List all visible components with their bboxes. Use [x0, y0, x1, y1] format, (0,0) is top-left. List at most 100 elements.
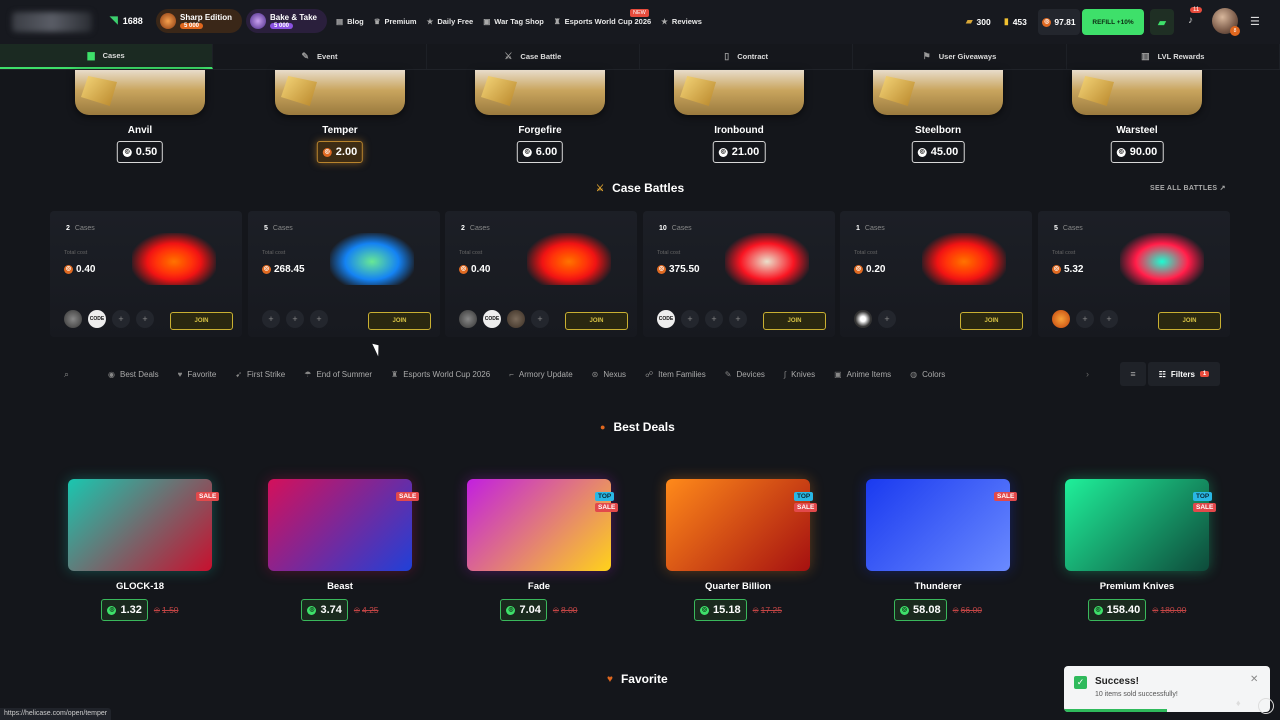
- coin-icon: ◎: [752, 607, 759, 614]
- nav-esports-world-cup[interactable]: ♜ Esports World Cup 2026: [554, 17, 651, 26]
- battle-card[interactable]: 5 Cases Total cost ◎ 5.32 + + JOIN: [1038, 211, 1230, 337]
- add-player-slot[interactable]: +: [1076, 310, 1094, 328]
- filter-chip-favorite[interactable]: ♥ Favorite: [178, 370, 217, 379]
- add-player-slot[interactable]: +: [878, 310, 896, 328]
- case-image: [873, 70, 1003, 115]
- filter-chip-devices[interactable]: ✎ Devices: [725, 370, 765, 379]
- close-icon[interactable]: ✕: [1250, 674, 1258, 685]
- case-image: [275, 70, 405, 115]
- code-slot: CODE: [657, 310, 675, 328]
- add-player-slot[interactable]: +: [729, 310, 747, 328]
- filter-chip-colors[interactable]: ◍ Colors: [910, 370, 945, 379]
- battle-card[interactable]: 5 Cases Total cost ◎ 268.45 + + + JOIN: [248, 211, 440, 337]
- add-player-slot[interactable]: +: [1100, 310, 1118, 328]
- tab-contract[interactable]: ▯ Contract: [640, 44, 854, 69]
- nav-daily-free[interactable]: ★ Daily Free: [427, 17, 474, 26]
- case-card-warsteel[interactable]: Warsteel ◎ 90.00: [1037, 70, 1237, 170]
- nav-blog[interactable]: ▤ Blog: [336, 17, 364, 26]
- nav-premium[interactable]: ♛ Premium: [374, 17, 417, 26]
- battle-card[interactable]: 2 Cases Total cost ◎ 0.40 CODE + JOIN: [445, 211, 637, 337]
- deal-old-price-value: 66.00: [960, 605, 982, 615]
- add-player-slot[interactable]: +: [112, 310, 130, 328]
- case-name: Anvil: [127, 125, 153, 136]
- deal-card[interactable]: SALE Beast ◎ 3.74 ◎ 4.25: [240, 475, 440, 625]
- promo-bake-and-take[interactable]: Bake & Take 5 000: [246, 9, 327, 33]
- add-player-slot[interactable]: +: [531, 310, 549, 328]
- filter-chip-end-of-summer[interactable]: ☂ End of Summer: [304, 370, 372, 379]
- deal-card[interactable]: TOP SALE Quarter Billion ◎ 15.18 ◎ 17.25: [638, 475, 838, 625]
- battle-case-image: [132, 233, 216, 285]
- add-player-slot[interactable]: +: [286, 310, 304, 328]
- case-image: [475, 70, 605, 115]
- tab-event[interactable]: ✎ Event: [213, 44, 427, 69]
- battle-card[interactable]: 10 Cases Total cost ◎ 375.50 CODE + + + JOIN: [643, 211, 835, 337]
- deal-price: ◎ 3.74: [301, 599, 348, 621]
- coin-icon: ◎: [353, 607, 360, 614]
- deal-old-price: ◎ 8.00: [553, 605, 578, 615]
- join-battle-button[interactable]: JOIN: [1158, 312, 1221, 330]
- battle-cases-label: Cases: [671, 225, 692, 232]
- promo-sharp-edition[interactable]: Sharp Edition 5 000: [156, 9, 242, 33]
- add-player-slot[interactable]: +: [705, 310, 723, 328]
- battle-player-slots: CODE + + +: [657, 310, 747, 328]
- deal-card[interactable]: TOP SALE Fade ◎ 7.04 ◎ 8.00: [439, 475, 639, 625]
- add-player-slot[interactable]: +: [310, 310, 328, 328]
- case-card-steelborn[interactable]: Steelborn ◎ 45.00: [838, 70, 1038, 170]
- coin-icon: ◎: [952, 607, 959, 614]
- battle-card[interactable]: 2 Cases Total cost ◎ 0.40 CODE + + JOIN: [50, 211, 242, 337]
- case-card-anvil[interactable]: Anvil ◎ 0.50: [40, 70, 240, 170]
- filters-button[interactable]: ☷ Filters 1: [1148, 362, 1220, 386]
- tab-label: Cases: [102, 51, 125, 60]
- money-icon: ▰: [1157, 16, 1167, 29]
- cashout-button[interactable]: ▰: [1150, 9, 1174, 35]
- case-card-temper[interactable]: Temper ◎ 2.00: [240, 70, 440, 170]
- menu-icon[interactable]: ☰: [1250, 15, 1260, 28]
- nav-war-tag-shop[interactable]: ▣ War Tag Shop: [483, 17, 544, 26]
- case-card-ironbound[interactable]: Ironbound ◎ 21.00: [639, 70, 839, 170]
- filter-chip-first-strike[interactable]: ➹ First Strike: [235, 370, 285, 379]
- deal-card[interactable]: TOP SALE Premium Knives ◎ 158.40 ◎ 180.00: [1037, 475, 1237, 625]
- promo-avatar: [250, 13, 266, 29]
- chevron-right-icon[interactable]: ›: [1086, 369, 1089, 379]
- gold-coins[interactable]: ▰ 300: [966, 16, 991, 27]
- battle-case-image: [1120, 233, 1204, 285]
- refill-button[interactable]: REFILL +10%: [1082, 9, 1144, 35]
- deal-price-row: ◎ 3.74 ◎ 4.25: [240, 599, 440, 621]
- filter-chip-nexus[interactable]: ⊛ Nexus: [592, 370, 626, 379]
- checkmark-icon: ✓: [1074, 676, 1087, 689]
- add-player-slot[interactable]: +: [681, 310, 699, 328]
- tab-user-giveaways[interactable]: ⚑ User Giveaways: [853, 44, 1067, 69]
- join-battle-button[interactable]: JOIN: [763, 312, 826, 330]
- sort-button[interactable]: ≡: [1120, 362, 1146, 386]
- battle-card[interactable]: 1 Cases Total cost ◎ 0.20 + JOIN: [840, 211, 1032, 337]
- balance[interactable]: ◎ 97.81: [1038, 9, 1080, 35]
- tab-cases[interactable]: ▆ Cases: [0, 44, 214, 69]
- join-battle-button[interactable]: JOIN: [565, 312, 628, 330]
- tab-lvl-rewards[interactable]: ▥ LVL Rewards: [1067, 44, 1280, 69]
- deal-card[interactable]: SALE GLOCK-18 ◎ 1.32 ◎ 1.50: [40, 475, 240, 625]
- bell-icon[interactable]: ♪: [1188, 15, 1193, 26]
- filter-chip-knives[interactable]: ∫ Knives: [784, 370, 815, 379]
- join-battle-button[interactable]: JOIN: [960, 312, 1023, 330]
- deal-card[interactable]: SALE Thunderer ◎ 58.08 ◎ 66.00: [838, 475, 1038, 625]
- add-player-slot[interactable]: +: [262, 310, 280, 328]
- filter-chip-esports-world-cup-2026[interactable]: ♜ Esports World Cup 2026: [391, 370, 490, 379]
- deal-name: Premium Knives: [1099, 581, 1175, 592]
- filter-chip-armory-update[interactable]: ⌐ Armory Update: [509, 370, 572, 379]
- join-battle-button[interactable]: JOIN: [368, 312, 431, 330]
- filter-chip-item-families[interactable]: ☍ Item Families: [645, 370, 706, 379]
- site-logo[interactable]: [12, 12, 92, 32]
- nav-reviews[interactable]: ★ Reviews: [661, 17, 702, 26]
- case-card-forgefire[interactable]: Forgefire ◎ 6.00: [440, 70, 640, 170]
- add-player-slot[interactable]: +: [136, 310, 154, 328]
- filter-chip-best-deals[interactable]: ◉ Best Deals: [108, 370, 159, 379]
- search-icon[interactable]: ⌕: [64, 369, 69, 380]
- circle-button[interactable]: [1258, 698, 1274, 714]
- see-all-battles-link[interactable]: SEE ALL BATTLES ↗: [1150, 184, 1226, 192]
- yellow-coins[interactable]: ▮ 453: [1004, 16, 1027, 27]
- join-battle-button[interactable]: JOIN: [170, 312, 233, 330]
- case-price: ◎ 0.50: [116, 141, 164, 163]
- microphone-icon[interactable]: ♦: [1236, 698, 1252, 714]
- filter-chip-anime-items[interactable]: ▣ Anime Items: [834, 370, 891, 379]
- tab-case-battle[interactable]: ⚔ Case Battle: [427, 44, 640, 69]
